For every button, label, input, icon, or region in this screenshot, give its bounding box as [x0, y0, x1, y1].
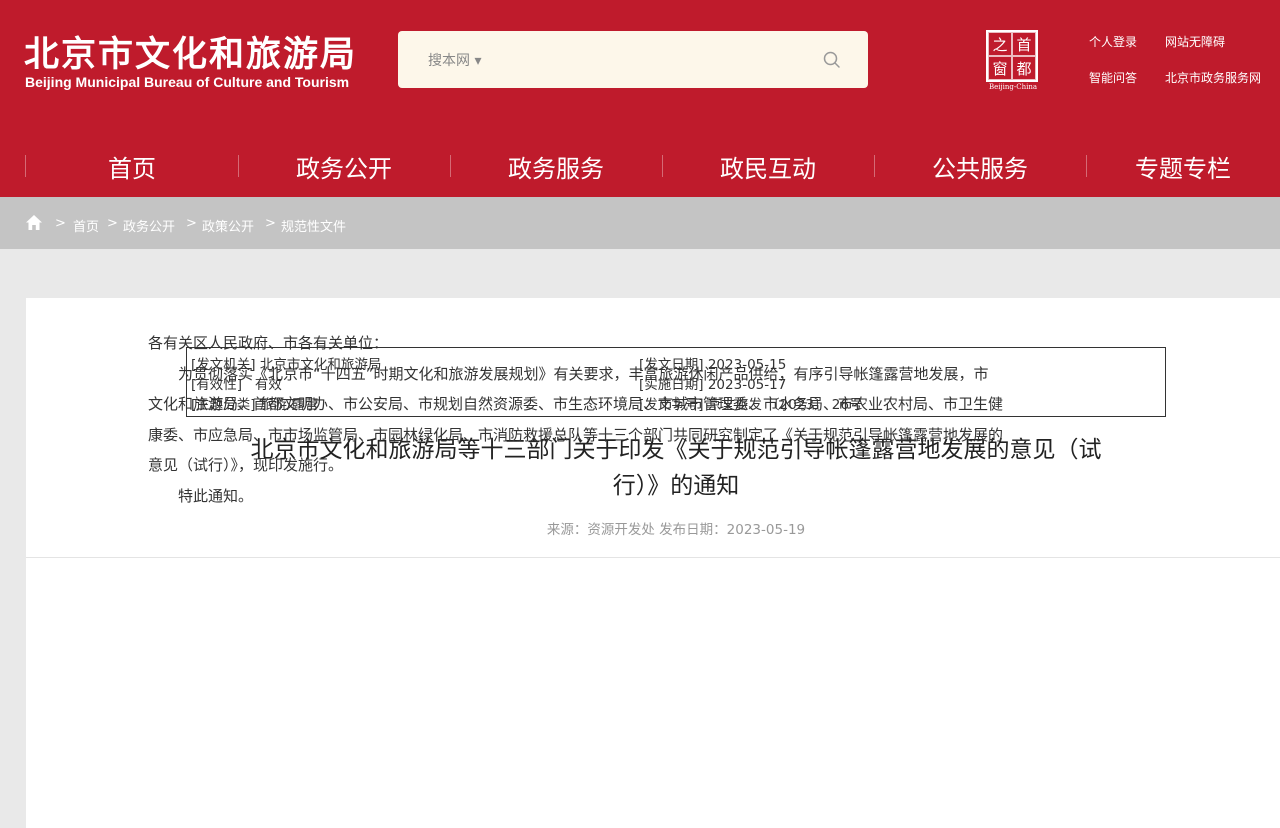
article-body: 各有关区人民政府、市各有关单位： 为贯彻落实《北京市“十四五”时期文化和旅游发展… [148, 328, 1128, 512]
body-line: 文化和旅游局、首都文明办、市公安局、市规划自然资源委、市生态环境局、市城市管理委… [148, 395, 1004, 414]
breadcrumb-sep: > [186, 216, 197, 231]
capital-logo-en: Beijing-China [988, 83, 1038, 91]
body-line: 意见（试行）》，现印发施行。 [148, 456, 344, 475]
capital-window-logo[interactable]: 之 首 窗 都 Beijing-China [982, 30, 1042, 92]
search-box: 搜本网 ▾ [398, 31, 868, 88]
accessibility-link[interactable]: 网站无障碍 [1165, 33, 1225, 50]
divider [26, 557, 1280, 558]
breadcrumb-sep: > [55, 216, 66, 231]
main-nav: 首页 政务公开 政务服务 政民互动 公共服务 专题专栏 [0, 135, 1280, 197]
site-name-en: Beijing Municipal Bureau of Culture and … [25, 74, 350, 90]
capital-logo-char: 窗 [988, 56, 1012, 80]
salutation: 各有关区人民政府、市各有关单位： [148, 334, 389, 352]
gov-service-link[interactable]: 北京市政务服务网 [1165, 69, 1261, 86]
breadcrumb-gov-affairs[interactable]: 政务公开 [123, 220, 175, 235]
search-input[interactable] [508, 43, 798, 76]
nav-interaction[interactable]: 政民互动 [662, 135, 874, 197]
site-name-cn[interactable]: 北京市文化和旅游局 [24, 26, 357, 77]
smart-qa-link[interactable]: 智能问答 [1089, 69, 1137, 86]
nav-gov-services[interactable]: 政务服务 [450, 135, 662, 197]
nav-home[interactable]: 首页 [26, 135, 238, 197]
body-line: 为贯彻落实《北京市“十四五”时期文化和旅游发展规划》有关要求，丰富旅游休闲产品供… [178, 364, 989, 383]
capital-logo-char: 之 [988, 32, 1012, 56]
search-scope-select[interactable]: 搜本网 ▾ [428, 50, 481, 70]
nav-special-topics[interactable]: 专题专栏 [1086, 135, 1280, 197]
breadcrumb: > 首页 > 政务公开 > 政策公开 > 规范性文件 [0, 197, 1280, 249]
home-icon[interactable] [26, 215, 42, 230]
nav-public-services[interactable]: 公共服务 [874, 135, 1086, 197]
breadcrumb-sep: > [265, 216, 276, 231]
nav-gov-affairs-open[interactable]: 政务公开 [238, 135, 450, 197]
capital-logo-char: 首 [1012, 32, 1036, 56]
body-line: 康委、市应急局、市市场监管局、市园林绿化局、市消防救援总队等十三个部门共同研究制… [148, 425, 1004, 444]
breadcrumb-home[interactable]: 首页 [73, 220, 99, 235]
breadcrumb-sep: > [107, 216, 118, 231]
login-link[interactable]: 个人登录 [1089, 33, 1137, 50]
site-header: 北京市文化和旅游局 Beijing Municipal Bureau of Cu… [0, 0, 1280, 197]
search-icon[interactable] [822, 50, 842, 70]
breadcrumb-normative-docs[interactable]: 规范性文件 [281, 220, 346, 235]
breadcrumb-policy[interactable]: 政策公开 [202, 220, 254, 235]
document-source-date: 来源：资源开发处 发布日期：2023-05-19 [546, 522, 806, 538]
capital-logo-char: 都 [1012, 56, 1036, 80]
closing-line: 特此通知。 [178, 486, 254, 505]
